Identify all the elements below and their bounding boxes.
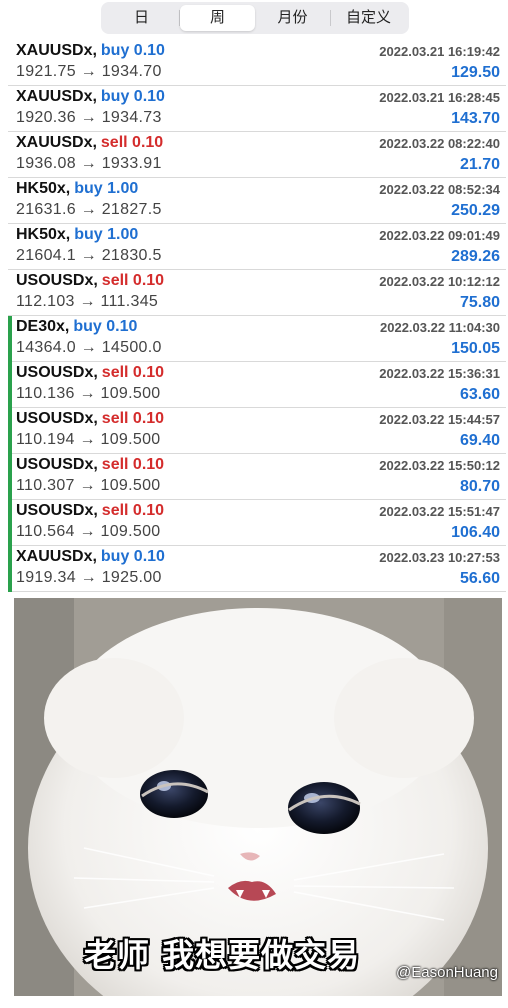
trade-prices: 21604.1 → 21830.5 [16,247,162,264]
trade-row[interactable]: USOUSDx, sell 0.10 2022.03.22 15:50:12 110.… [8,454,506,500]
trade-profit: 80.70 [459,478,500,495]
trade-side: buy 1.00 [74,180,139,197]
trade-side: sell 0.10 [101,272,165,289]
trade-profit: 129.50 [451,64,500,81]
trade-datetime: 2022.03.21 16:19:42 [379,44,500,59]
symbol-label: USOUSDx, [16,272,98,289]
trade-datetime: 2022.03.21 16:28:45 [379,90,500,105]
trade-profit: 56.60 [459,570,500,587]
symbol-label: DE30x, [16,318,70,335]
trade-row[interactable]: HK50x, buy 1.00 2022.03.22 09:01:49 21604.1… [8,224,506,270]
trade-row[interactable]: USOUSDx, sell 0.10 2022.03.22 10:12:12 112.… [8,270,506,316]
trade-side: sell 0.10 [101,410,165,427]
trade-profit: 63.60 [459,386,500,403]
trade-datetime: 2022.03.22 10:12:12 [379,274,500,289]
trade-row[interactable]: XAUUSDx, buy 0.10 2022.03.21 16:19:42 1921.… [8,40,506,86]
symbol-label: USOUSDx, [16,410,98,427]
trade-symbol: HK50x, buy 1.00 [16,226,138,244]
symbol-label: USOUSDx, [16,364,98,381]
trade-symbol: XAUUSDx, buy 0.10 [16,42,165,60]
trade-history-list: XAUUSDx, buy 0.10 2022.03.21 16:19:42 1921.… [8,40,506,592]
meme-caption: 老师 我想要做交易 [84,936,361,974]
trade-row[interactable]: USOUSDx, sell 0.10 2022.03.22 15:51:47 110.… [8,500,506,546]
crying-cat-meme-image: 老师 我想要做交易 @EasonHuang [14,598,502,996]
trade-prices: 110.564 → 109.500 [16,523,161,540]
trade-symbol: USOUSDx, sell 0.10 [16,364,164,382]
trade-datetime: 2022.03.22 08:22:40 [379,136,500,151]
trade-prices: 110.307 → 109.500 [16,477,161,494]
trade-side: buy 0.10 [100,42,165,59]
trade-profit: 289.26 [451,248,500,265]
watermark: @EasonHuang [396,964,498,981]
trade-row[interactable]: XAUUSDx, buy 0.10 2022.03.23 10:27:53 1919.… [8,546,506,592]
trade-symbol: HK50x, buy 1.00 [16,180,138,198]
trade-profit: 250.29 [451,202,500,219]
trade-prices: 1919.34 → 1925.00 [16,569,162,586]
symbol-label: HK50x, [16,180,71,197]
trade-prices: 1921.75 → 1934.70 [16,63,162,80]
trade-datetime: 2022.03.22 09:01:49 [379,228,500,243]
trade-prices: 112.103 → 111.345 [16,293,159,310]
trade-prices: 110.194 → 109.500 [16,431,161,448]
trade-prices: 14364.0 → 14500.0 [16,339,162,356]
trade-row[interactable]: USOUSDx, sell 0.10 2022.03.22 15:44:57 110.… [8,408,506,454]
symbol-label: XAUUSDx, [16,88,97,105]
trade-prices: 110.136 → 109.500 [16,385,161,402]
symbol-label: USOUSDx, [16,456,98,473]
trade-symbol: USOUSDx, sell 0.10 [16,502,164,520]
trade-profit: 21.70 [459,156,500,173]
trade-profit: 143.70 [451,110,500,127]
trade-side: buy 0.10 [73,318,138,335]
tab-month[interactable]: 月份 [255,5,330,31]
trade-datetime: 2022.03.22 15:51:47 [379,504,500,519]
trade-symbol: USOUSDx, sell 0.10 [16,410,164,428]
trade-prices: 1936.08 → 1933.91 [16,155,162,172]
trade-row[interactable]: HK50x, buy 1.00 2022.03.22 08:52:34 21631.6… [8,178,506,224]
trade-profit: 150.05 [451,340,500,357]
trade-prices: 1920.36 → 1934.73 [16,109,162,126]
symbol-label: HK50x, [16,226,71,243]
trade-row[interactable]: DE30x, buy 0.10 2022.03.22 11:04:30 14364.0… [8,316,506,362]
period-segmented-control: 日 周 月份 自定义 [101,2,409,34]
tab-custom[interactable]: 自定义 [331,5,406,31]
trade-profit: 106.40 [451,524,500,541]
trade-datetime: 2022.03.22 11:04:30 [380,320,500,335]
tab-day[interactable]: 日 [104,5,179,31]
tab-week[interactable]: 周 [180,5,255,31]
trade-datetime: 2022.03.22 15:44:57 [379,412,500,427]
trade-profit: 69.40 [459,432,500,449]
trade-symbol: XAUUSDx, buy 0.10 [16,548,165,566]
trade-row[interactable]: XAUUSDx, sell 0.10 2022.03.22 08:22:40 1936… [8,132,506,178]
trade-datetime: 2022.03.22 08:52:34 [379,182,500,197]
period-tab-bar: 日 周 月份 自定义 [0,0,508,40]
symbol-label: XAUUSDx, [16,134,97,151]
trade-row[interactable]: XAUUSDx, buy 0.10 2022.03.21 16:28:45 1920.… [8,86,506,132]
symbol-label: XAUUSDx, [16,548,97,565]
trade-symbol: USOUSDx, sell 0.10 [16,456,164,474]
trade-side: buy 1.00 [74,226,139,243]
trade-side: buy 0.10 [100,88,165,105]
trade-row[interactable]: USOUSDx, sell 0.10 2022.03.22 15:36:31 110.… [8,362,506,408]
trade-side: sell 0.10 [100,134,164,151]
symbol-label: XAUUSDx, [16,42,97,59]
trade-symbol: DE30x, buy 0.10 [16,318,137,336]
trade-symbol: XAUUSDx, buy 0.10 [16,88,165,106]
trade-side: sell 0.10 [101,364,165,381]
trade-side: buy 0.10 [100,548,165,565]
trade-datetime: 2022.03.22 15:50:12 [379,458,500,473]
trade-prices: 21631.6 → 21827.5 [16,201,162,218]
trade-side: sell 0.10 [101,502,165,519]
symbol-label: USOUSDx, [16,502,98,519]
trade-symbol: USOUSDx, sell 0.10 [16,272,164,290]
trade-datetime: 2022.03.22 15:36:31 [379,366,500,381]
trade-datetime: 2022.03.23 10:27:53 [379,550,500,565]
trade-profit: 75.80 [459,294,500,311]
trade-side: sell 0.10 [101,456,165,473]
trade-symbol: XAUUSDx, sell 0.10 [16,134,163,152]
